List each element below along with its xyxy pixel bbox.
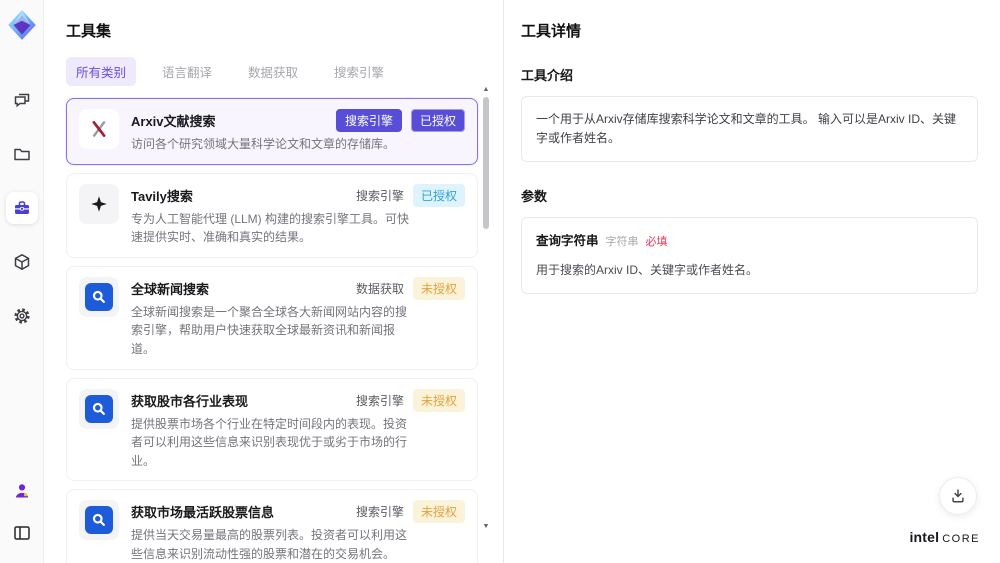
scroll-up-arrow[interactable]: ▲ (481, 86, 491, 94)
param-name: 查询字符串 (536, 234, 599, 249)
user-icon[interactable] (6, 475, 38, 507)
tool-badges: 搜索引擎 未授权 (355, 500, 465, 524)
tool-cards: Arxiv文献搜索 访问各个研究领域大量科学论文和文章的存储库。 搜索引擎 已授… (66, 98, 478, 563)
category-badge: 搜索引擎 (335, 109, 402, 132)
tool-description: 访问各个研究领域大量科学论文和文章的存储库。 (131, 137, 396, 151)
category-badge: 数据获取 (355, 281, 404, 296)
app-window: 工具集 所有类别 语言翻译 数据获取 搜索引擎 Arxiv文献搜索 访问各个研究… (0, 0, 1000, 563)
tool-description: 提供当天交易量最高的股票列表。投资者可以利用这些信息来识别流动性强的股票和潜在的… (131, 528, 408, 561)
tab-data-fetch[interactable]: 数据获取 (238, 57, 308, 86)
details-title: 工具详情 (521, 23, 582, 40)
scrollbar-thumb[interactable] (483, 97, 489, 229)
param-description: 用于搜索的Arxiv ID、关键字或作者姓名。 (536, 262, 759, 277)
arxiv-logo-icon (79, 109, 119, 149)
intel-core-logo: intel core (909, 529, 980, 545)
auth-status-badge: 已授权 (412, 183, 465, 207)
category-badge: 搜索引擎 (355, 393, 404, 408)
brand-core-text: core (942, 533, 980, 545)
tool-details-panel: 工具详情 工具介绍 一个用于从Arxiv存储库搜索科学论文和文章的工具。 输入可… (503, 0, 1000, 563)
download-icon (952, 489, 964, 503)
rail-bottom (6, 475, 38, 549)
page-title: 工具集 (66, 23, 112, 40)
param-type: 字符串 (605, 236, 639, 249)
download-button[interactable] (939, 477, 977, 515)
blue-magnifier-icon (79, 388, 119, 429)
tool-card-active-stocks[interactable]: 获取市场最活跃股票信息 提供当天交易量最高的股票列表。投资者可以利用这些信息来识… (66, 489, 478, 563)
intro-heading: 工具介绍 (521, 68, 574, 83)
category-tabs: 所有类别 语言翻译 数据获取 搜索引擎 (66, 57, 481, 86)
tool-badges: 搜索引擎 未授权 (355, 388, 465, 412)
param-required-label: 必填 (645, 236, 668, 249)
tool-card-sector-performance[interactable]: 获取股市各行业表现 提供股票市场各个行业在特定时间段内的表现。投资者可以利用这些… (66, 377, 478, 482)
category-badge: 搜索引擎 (355, 188, 404, 203)
gear-icon[interactable] (6, 300, 38, 332)
tab-language-translation[interactable]: 语言翻译 (152, 57, 222, 86)
blue-magnifier-icon (79, 500, 119, 541)
auth-status-badge: 未授权 (412, 388, 465, 412)
auth-status-badge: 未授权 (412, 276, 465, 300)
params-heading: 参数 (521, 189, 548, 205)
tool-card-tavily[interactable]: Tavily搜索 专为人工智能代理 (LLM) 构建的搜索引擎工具。可快速提供实… (66, 172, 478, 258)
icon-rail (0, 0, 44, 563)
blue-magnifier-icon (79, 276, 119, 317)
param-box: 查询字符串 字符串 必填 用于搜索的Arxiv ID、关键字或作者姓名。 (521, 217, 978, 295)
folder-icon[interactable] (6, 138, 38, 170)
four-point-star-icon (79, 183, 119, 224)
tool-description: 专为人工智能代理 (LLM) 构建的搜索引擎工具。可快速提供实时、准确和真实的结… (131, 211, 410, 245)
list-scrollbar[interactable]: ▲ ▼ (481, 86, 491, 531)
auth-status-badge: 未授权 (412, 500, 465, 524)
tool-list-panel: 工具集 所有类别 语言翻译 数据获取 搜索引擎 Arxiv文献搜索 访问各个研究… (44, 0, 503, 563)
brand-intel-text: intel (909, 529, 940, 545)
tab-search-engine[interactable]: 搜索引擎 (324, 57, 394, 86)
toolbox-icon[interactable] (5, 192, 38, 224)
tool-description: 全球新闻搜索是一个聚合全球各大新闻网站内容的搜索引擎，帮助用户快速获取全球最新资… (131, 304, 408, 356)
tool-badges: 搜索引擎 已授权 (355, 183, 465, 207)
rail-nav (5, 84, 38, 332)
chat-icon[interactable] (6, 84, 38, 116)
tool-badges: 搜索引擎 已授权 (335, 109, 465, 132)
auth-status-badge: 已授权 (410, 109, 465, 132)
app-logo prism-diamond-logo (5, 8, 39, 42)
intro-text: 一个用于从Arxiv存储库搜索科学论文和文章的工具。 输入可以是Arxiv ID… (536, 112, 957, 146)
category-badge: 搜索引擎 (355, 505, 404, 520)
tool-card-global-news[interactable]: 全球新闻搜索 全球新闻搜索是一个聚合全球各大新闻网站内容的搜索引擎，帮助用户快速… (66, 265, 478, 370)
tab-all-categories[interactable]: 所有类别 (66, 57, 137, 86)
scroll-down-arrow[interactable]: ▼ (481, 523, 491, 531)
tool-description: 提供股票市场各个行业在特定时间段内的表现。投资者可以利用这些信息来识别表现优于或… (131, 416, 408, 468)
tool-card-arxiv[interactable]: Arxiv文献搜索 访问各个研究领域大量科学论文和文章的存储库。 搜索引擎 已授… (66, 98, 478, 165)
panel-toggle-icon[interactable] (6, 517, 38, 549)
package-icon[interactable] (6, 246, 38, 278)
intro-box: 一个用于从Arxiv存储库搜索科学论文和文章的工具。 输入可以是Arxiv ID… (521, 96, 978, 163)
param-header-row: 查询字符串 字符串 必填 (536, 231, 963, 252)
tool-badges: 数据获取 未授权 (355, 276, 465, 300)
